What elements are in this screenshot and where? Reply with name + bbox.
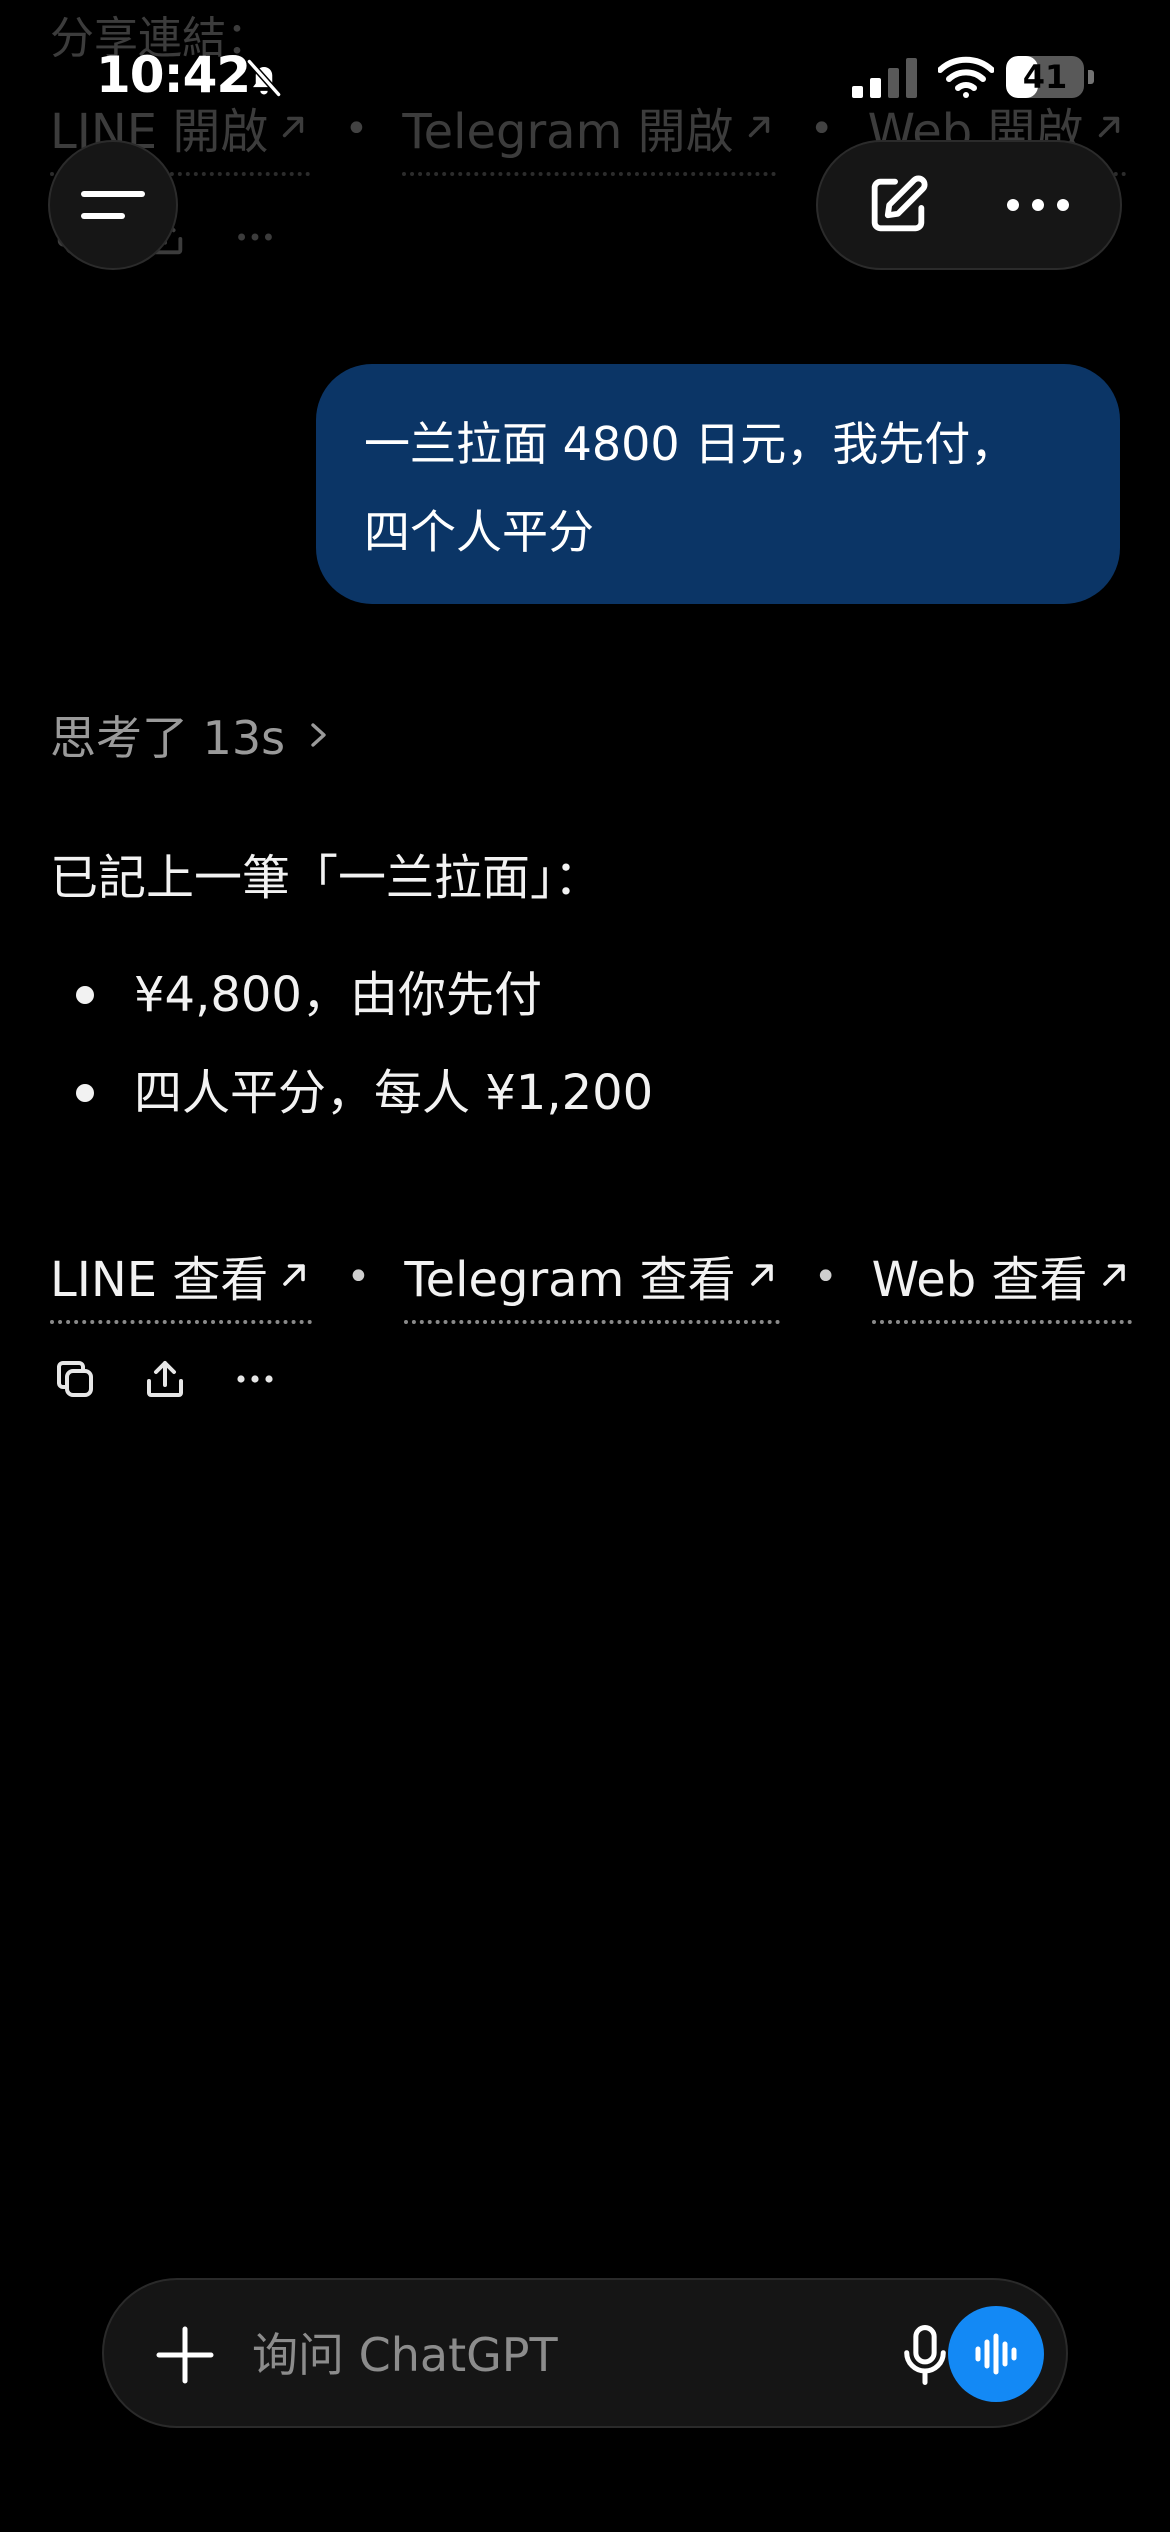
link-separator: • bbox=[813, 1254, 838, 1300]
arrow-up-right-icon bbox=[1102, 1264, 1125, 1286]
attach-button[interactable] bbox=[140, 2310, 230, 2400]
message-input[interactable] bbox=[250, 2304, 874, 2406]
share-icon bbox=[147, 1361, 183, 1397]
line-view-link[interactable]: LINE 查看 bbox=[50, 1240, 313, 1324]
arrow-up-right-icon bbox=[750, 1264, 773, 1286]
user-message-bubble: 一兰拉面 4800 日元，我先付， 四个人平分 bbox=[316, 364, 1120, 604]
battery-indicator: 41 bbox=[1006, 56, 1096, 98]
compose-icon bbox=[871, 175, 928, 232]
link-separator: • bbox=[346, 1254, 371, 1300]
list-item: 四人平分，每人 ¥1,200 bbox=[50, 1058, 653, 1156]
microphone-icon bbox=[904, 2325, 946, 2385]
more-icon bbox=[1007, 199, 1069, 211]
bell-slash-icon bbox=[247, 59, 281, 97]
share-button[interactable] bbox=[140, 1354, 190, 1404]
chevron-right-icon bbox=[311, 723, 326, 747]
arrow-up-right-icon bbox=[283, 1264, 306, 1286]
user-message-line: 一兰拉面 4800 日元，我先付， bbox=[364, 417, 1017, 471]
signal-icon bbox=[852, 58, 917, 98]
voice-mode-button[interactable] bbox=[948, 2306, 1044, 2402]
wifi-icon bbox=[938, 56, 994, 98]
web-view-link[interactable]: Web 查看 bbox=[871, 1240, 1132, 1324]
new-chat-button[interactable] bbox=[838, 152, 958, 258]
more-icon bbox=[238, 233, 272, 241]
assistant-bullet-list: ¥4,800，由你先付 四人平分，每人 ¥1,200 bbox=[50, 960, 653, 1156]
more-actions-button[interactable] bbox=[230, 1354, 280, 1404]
copy-button[interactable] bbox=[50, 1354, 100, 1404]
voice-wave-icon bbox=[975, 2333, 1017, 2375]
list-item: ¥4,800，由你先付 bbox=[50, 960, 653, 1058]
more-actions-button[interactable] bbox=[230, 212, 280, 262]
thinking-label: 思考了 13s bbox=[50, 711, 286, 765]
sidebar-menu-button[interactable] bbox=[48, 140, 178, 270]
telegram-view-link[interactable]: Telegram 查看 bbox=[404, 1240, 780, 1324]
menu-icon bbox=[81, 191, 145, 219]
status-bar: 10:42 41 bbox=[0, 0, 1170, 150]
status-time: 10:42 bbox=[96, 46, 251, 104]
view-links: LINE 查看 • Telegram 查看 • Web 查看 bbox=[50, 1240, 1132, 1324]
thinking-toggle[interactable]: 思考了 13s bbox=[50, 702, 331, 768]
copy-icon bbox=[57, 1361, 93, 1397]
message-composer bbox=[102, 2278, 1068, 2428]
plus-icon bbox=[156, 2326, 214, 2384]
user-message-line: 四个人平分 bbox=[364, 505, 594, 559]
assistant-intro: 已記上一筆「一兰拉面」： bbox=[50, 850, 603, 906]
battery-level: 41 bbox=[1022, 58, 1068, 96]
header-actions bbox=[816, 140, 1122, 270]
more-icon bbox=[237, 1375, 273, 1383]
more-options-button[interactable] bbox=[978, 152, 1098, 258]
message-actions bbox=[50, 1354, 320, 1404]
